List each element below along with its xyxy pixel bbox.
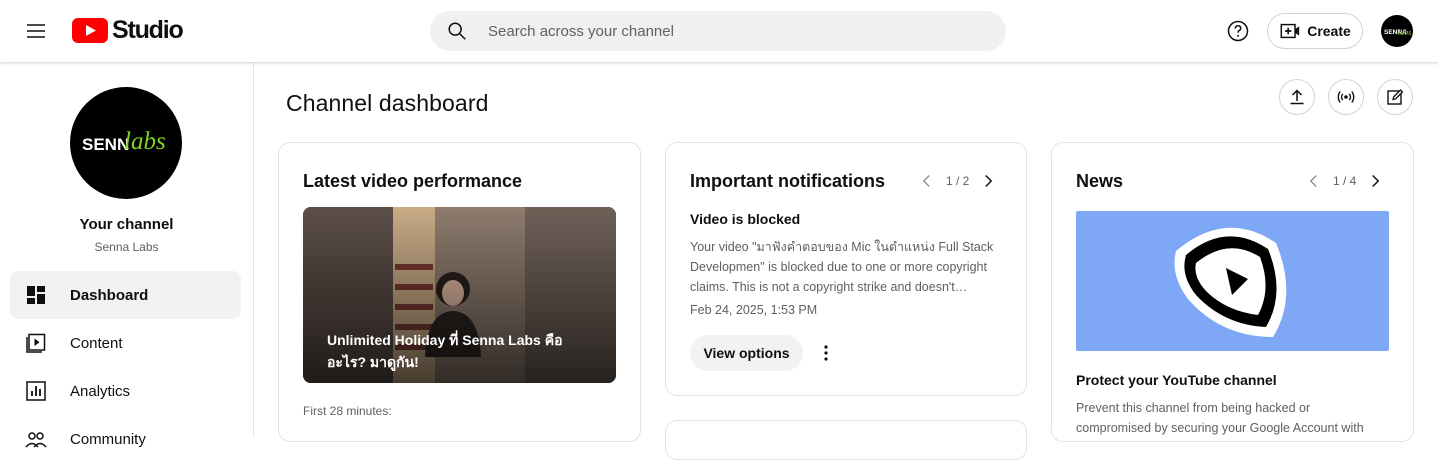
sidebar-item-analytics[interactable]: Analytics (10, 367, 241, 415)
news-pager: 1 / 4 (1303, 170, 1386, 192)
sidebar-item-label: Community (70, 430, 146, 448)
view-options-button[interactable]: View options (690, 335, 803, 371)
account-avatar[interactable]: SENNA labs (1381, 15, 1413, 47)
video-thumbnail[interactable]: Unlimited Holiday ที่ Senna Labs คืออะไร… (303, 207, 616, 383)
sidebar-item-label: Content (70, 334, 123, 352)
create-post-button[interactable] (1377, 79, 1413, 115)
channel-logo: SENN labs (82, 128, 166, 155)
news-card: News 1 / 4 Protect your YouTube channel … (1051, 142, 1414, 442)
top-bar: Studio Create SENNA labs (0, 0, 1438, 62)
chevron-left-icon[interactable] (916, 170, 938, 192)
chevron-right-icon[interactable] (1364, 170, 1386, 192)
news-title: News (1076, 171, 1124, 191)
notifications-card: Important notifications 1 / 2 Video is b… (665, 142, 1027, 396)
latest-video-card: Latest video performance Unlimited Holid… (278, 142, 641, 442)
dashboard-icon (27, 286, 45, 304)
news-item-body: Prevent this channel from being hacked o… (1076, 401, 1364, 435)
channel-avatar[interactable]: SENN labs (70, 87, 182, 199)
news-item-title: Protect your YouTube channel (1076, 372, 1277, 388)
news-image[interactable] (1076, 211, 1389, 351)
latest-video-title: Latest video performance (303, 171, 523, 191)
notifications-title: Important notifications (690, 171, 885, 191)
logo-text: Studio (112, 15, 184, 44)
notifications-pager: 1 / 2 (916, 170, 999, 192)
create-label: Create (1307, 23, 1351, 39)
channel-title: Your channel (79, 216, 174, 233)
svg-text:SENN: SENN (82, 135, 129, 154)
sidebar: SENN labs Your channel Senna Labs Dashbo… (0, 62, 254, 448)
go-live-button[interactable] (1328, 79, 1364, 115)
edit-icon (1387, 89, 1404, 105)
analytics-icon (26, 381, 46, 401)
channel-name: Senna Labs (94, 240, 159, 254)
video-title: Unlimited Holiday ที่ Senna Labs คืออะไร… (327, 332, 563, 370)
sidebar-item-label: Analytics (70, 382, 131, 400)
svg-text:labs: labs (124, 128, 166, 155)
help-icon[interactable] (1226, 19, 1250, 43)
search-icon[interactable] (446, 20, 468, 42)
notification-title: Video is blocked (690, 211, 801, 227)
live-broadcast-icon (1337, 91, 1355, 103)
notifications-page-count: 1 / 2 (946, 174, 970, 188)
chevron-right-icon[interactable] (977, 170, 999, 192)
community-icon (25, 432, 47, 448)
sidebar-item-community[interactable]: Community (10, 415, 241, 463)
menu-icon[interactable] (24, 19, 48, 43)
more-vert-icon[interactable] (814, 341, 838, 365)
upload-icon (1290, 89, 1304, 105)
sidebar-item-content[interactable]: Content (10, 319, 241, 367)
notification-body: Your video "มาฟังคำตอบของ Mic ในตำแหน่ง … (690, 240, 994, 294)
search-bar[interactable] (430, 11, 1006, 51)
page-title: Channel dashboard (286, 90, 489, 116)
sidebar-item-dashboard[interactable]: Dashboard (10, 271, 241, 319)
upload-button[interactable] (1279, 79, 1315, 115)
account-avatar-logo: SENNA labs (1384, 28, 1411, 37)
content-icon (26, 333, 46, 353)
notification-date: Feb 24, 2025, 1:53 PM (690, 303, 818, 317)
news-page-count: 1 / 4 (1333, 174, 1357, 188)
youtube-studio-logo[interactable]: Studio (72, 15, 184, 44)
sidebar-item-label: Dashboard (70, 286, 149, 304)
shield-play-icon (1174, 227, 1287, 337)
secondary-card (665, 420, 1027, 460)
create-video-icon (1280, 23, 1300, 39)
chevron-left-icon[interactable] (1303, 170, 1325, 192)
create-button[interactable]: Create (1267, 13, 1363, 49)
search-input[interactable] (486, 21, 970, 41)
first-minutes-label: First 28 minutes: (303, 404, 392, 418)
svg-text:labs: labs (1398, 28, 1411, 37)
youtube-play-icon (72, 17, 108, 43)
